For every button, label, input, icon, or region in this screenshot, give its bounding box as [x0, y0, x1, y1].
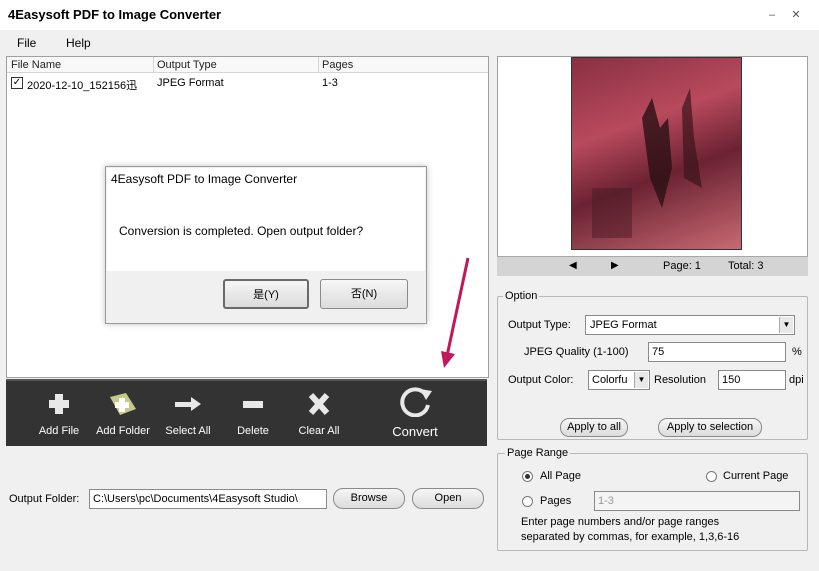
open-button[interactable]: Open — [412, 488, 484, 509]
chevron-down-icon[interactable]: ▼ — [634, 372, 648, 388]
add-folder-button[interactable]: Add Folder — [88, 381, 158, 445]
convert-label: Convert — [392, 424, 438, 439]
row-pages: 1-3 — [322, 77, 338, 89]
resolution-input[interactable]: 150 — [718, 370, 786, 390]
dialog-title: 4Easysoft PDF to Image Converter — [111, 172, 298, 186]
dialog-body: 4Easysoft PDF to Image Converter Convers… — [107, 168, 425, 271]
row-output-type: JPEG Format — [157, 77, 224, 89]
resolution-label: Resolution — [654, 374, 706, 386]
column-pages[interactable]: Pages — [322, 59, 353, 71]
delete-label: Delete — [237, 425, 269, 437]
pages-input[interactable]: 1-3 — [594, 491, 800, 511]
preview-navigation: ◀ ▶ Page: 1 Total: 3 — [497, 256, 808, 276]
page-range-hint-1: Enter page numbers and/or page ranges — [521, 516, 720, 528]
column-divider — [318, 57, 319, 73]
total-pages: Total: 3 — [728, 260, 764, 272]
prev-page-icon[interactable]: ◀ — [569, 260, 577, 271]
menu-file[interactable]: File — [17, 36, 36, 50]
current-page-label: Current Page — [723, 470, 789, 482]
refresh-icon — [400, 387, 432, 417]
row-checkbox[interactable]: ✓ — [11, 77, 23, 89]
next-page-icon[interactable]: ▶ — [611, 260, 619, 271]
dpi-label: dpi — [789, 374, 804, 386]
preview-panel — [497, 56, 808, 276]
plus-icon — [49, 394, 69, 414]
yes-button[interactable]: 是(Y) — [223, 279, 309, 309]
output-folder-label: Output Folder: — [9, 493, 80, 505]
output-color-label: Output Color: — [508, 374, 574, 386]
row-file-name: 2020-12-10_152156迅 — [27, 80, 138, 92]
clear-all-label: Clear All — [298, 425, 340, 437]
add-folder-label: Add Folder — [96, 425, 150, 437]
column-file-name[interactable]: File Name — [11, 59, 61, 71]
add-file-label: Add File — [38, 425, 80, 437]
minus-icon — [243, 401, 263, 408]
pages-radio[interactable] — [522, 496, 533, 507]
delete-button[interactable]: Delete — [218, 381, 288, 445]
percent-label: % — [792, 346, 802, 358]
all-page-label: All Page — [540, 470, 581, 482]
page-range-hint-2: separated by commas, for example, 1,3,6-… — [521, 531, 740, 543]
jpeg-quality-label: JPEG Quality (1-100) — [524, 346, 629, 358]
apply-to-selection-button[interactable]: Apply to selection — [658, 418, 762, 437]
column-divider — [153, 57, 154, 73]
output-color-value: Colorfu — [592, 374, 628, 386]
option-legend: Option — [503, 290, 540, 302]
thumbnail-art — [592, 88, 702, 238]
close-icon[interactable]: ✕ — [789, 8, 803, 22]
no-button[interactable]: 否(N) — [320, 279, 408, 309]
browse-button[interactable]: Browse — [333, 488, 405, 509]
output-type-value: JPEG Format — [590, 319, 657, 331]
page-range-legend: Page Range — [505, 447, 571, 459]
pages-label: Pages — [540, 495, 572, 507]
toolbar: Add File Add Folder Select All Delete Cl… — [6, 379, 487, 446]
arrow-right-icon — [175, 397, 201, 411]
chevron-down-icon[interactable]: ▼ — [779, 317, 793, 333]
page-indicator: Page: 1 — [663, 260, 701, 272]
jpeg-quality-input[interactable]: 75 — [648, 342, 786, 362]
add-file-button[interactable]: Add File — [24, 381, 94, 445]
all-page-radio[interactable] — [522, 471, 533, 482]
current-page-radio[interactable] — [706, 471, 717, 482]
output-folder-field[interactable]: C:\Users\pc\Documents\4Easysoft Studio\ — [89, 489, 327, 509]
output-type-select[interactable]: JPEG Format — [585, 315, 795, 335]
dialog-message: Conversion is completed. Open output fol… — [119, 224, 364, 238]
x-icon — [308, 393, 330, 415]
folder-icon — [110, 393, 136, 415]
table-row[interactable]: ✓ 2020-12-10_152156迅 JPEG Format 1-3 — [7, 75, 488, 92]
red-arrow-annotation — [441, 257, 470, 368]
column-output-type[interactable]: Output Type — [157, 59, 217, 71]
clear-all-button[interactable]: Clear All — [284, 381, 354, 445]
menu-help[interactable]: Help — [66, 36, 91, 50]
minimize-icon[interactable]: ‒ — [765, 8, 779, 22]
window-title: 4Easysoft PDF to Image Converter — [8, 7, 222, 22]
file-list-header: File Name Output Type Pages — [7, 57, 488, 73]
apply-to-all-button[interactable]: Apply to all — [560, 418, 628, 437]
completion-dialog: 4Easysoft PDF to Image Converter Convers… — [105, 166, 427, 324]
select-all-label: Select All — [165, 425, 211, 437]
select-all-button[interactable]: Select All — [153, 381, 223, 445]
output-type-label: Output Type: — [508, 319, 571, 331]
title-bar: 4Easysoft PDF to Image Converter ‒ ✕ — [0, 0, 819, 30]
menu-bar: File Help — [0, 32, 819, 54]
convert-button[interactable]: Convert — [380, 381, 450, 445]
page-thumbnail — [571, 57, 742, 250]
